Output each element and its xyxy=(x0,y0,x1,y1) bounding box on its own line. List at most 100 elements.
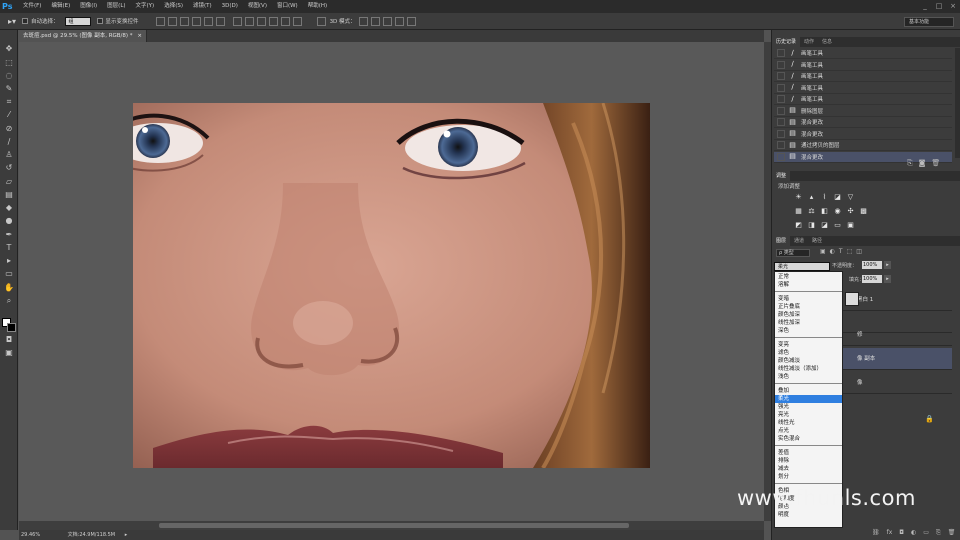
vibrance-icon[interactable]: ▽ xyxy=(846,193,855,202)
history-item[interactable]: ∕ 画笔工具 xyxy=(774,83,952,94)
blend-mode-option[interactable]: 减去 xyxy=(775,465,842,473)
new-group-icon[interactable]: ▭ xyxy=(923,529,929,537)
canvas-area[interactable] xyxy=(19,42,764,530)
screen-mode-icon[interactable]: ▣ xyxy=(3,348,15,358)
new-layer-icon[interactable]: ⎘ xyxy=(936,529,941,537)
blend-mode-option[interactable]: 柔光 xyxy=(775,395,842,403)
crop-tool-icon[interactable]: ⌗ xyxy=(3,97,15,107)
tab-channels[interactable]: 通道 xyxy=(790,236,808,246)
menu-item[interactable]: 编辑(E) xyxy=(46,0,75,13)
marquee-tool-icon[interactable]: ⬚ xyxy=(3,58,15,68)
opacity-input[interactable]: 100% xyxy=(862,261,882,269)
eraser-tool-icon[interactable]: ▱ xyxy=(3,177,15,187)
menu-item[interactable]: 滤镜(T) xyxy=(188,0,217,13)
dodge-tool-icon[interactable]: ● xyxy=(3,216,15,226)
history-scrollbar[interactable] xyxy=(955,48,960,158)
menu-item[interactable]: 图像(I) xyxy=(75,0,102,13)
history-source-checkbox[interactable] xyxy=(777,83,785,92)
blur-tool-icon[interactable]: ◆ xyxy=(3,203,15,213)
tab-info[interactable]: 信息 xyxy=(818,37,836,47)
new-doc-from-state-icon[interactable]: ⎘ xyxy=(907,159,913,168)
horizontal-scrollbar[interactable] xyxy=(19,521,764,530)
align-bottom-icon[interactable] xyxy=(179,16,189,26)
blend-mode-option[interactable]: 颜色加深 xyxy=(775,311,842,319)
filter-pixel-icon[interactable]: ▣ xyxy=(820,248,826,255)
blend-mode-option[interactable]: 滤色 xyxy=(775,349,842,357)
photo-filter-icon[interactable]: ◉ xyxy=(833,207,842,216)
tab-actions[interactable]: 动作 xyxy=(800,37,818,47)
new-adjustment-icon[interactable]: ◐ xyxy=(911,529,916,537)
hue-saturation-icon[interactable]: ▦ xyxy=(794,207,803,216)
history-source-checkbox[interactable] xyxy=(777,106,785,115)
exposure-icon[interactable]: ◪ xyxy=(833,193,842,202)
history-source-checkbox[interactable] xyxy=(777,152,785,161)
brush-tool-icon[interactable]: ∕ xyxy=(3,137,15,147)
history-item[interactable]: ▤ 通过拷贝的图层 xyxy=(774,140,952,151)
workspace-dropdown[interactable]: 基本功能 xyxy=(904,17,954,27)
blend-mode-option[interactable]: 亮光 xyxy=(775,411,842,419)
type-tool-icon[interactable]: T xyxy=(3,243,15,253)
blend-mode-dropdown[interactable]: 柔光 xyxy=(774,262,830,271)
filter-type-icon[interactable]: T xyxy=(839,248,843,255)
align-middle-icon[interactable] xyxy=(167,16,177,26)
auto-select-option[interactable]: 自动选择： xyxy=(22,17,59,25)
history-item[interactable]: ∕ 画笔工具 xyxy=(774,94,952,105)
minimize-button[interactable]: _ xyxy=(918,0,932,12)
show-transform-checkbox[interactable] xyxy=(96,18,103,24)
selective-color-icon[interactable]: ▣ xyxy=(846,221,855,230)
history-item[interactable]: ▤ 删除图层 xyxy=(774,106,952,117)
move-tool-icon[interactable]: ✥ xyxy=(3,44,15,54)
close-button[interactable]: × xyxy=(946,0,960,12)
history-item[interactable]: ∕ 画笔工具 xyxy=(774,71,952,82)
slide-3d-icon[interactable] xyxy=(394,16,404,26)
fill-arrow-icon[interactable]: ▸ xyxy=(884,275,891,283)
blend-mode-option[interactable]: 溶解 xyxy=(775,281,842,289)
tab-adjustments[interactable]: 调整 xyxy=(772,171,791,181)
history-source-checkbox[interactable] xyxy=(777,141,785,149)
blend-mode-option[interactable]: 颜色减淡 xyxy=(775,357,842,365)
blend-mode-option[interactable]: 正常 xyxy=(775,273,842,281)
fill-input[interactable]: 100% xyxy=(862,275,882,283)
distribute-middle-icon[interactable] xyxy=(244,16,254,26)
menu-item[interactable]: 选择(S) xyxy=(159,0,188,13)
tab-layers[interactable]: 图层 xyxy=(772,236,791,246)
scale-3d-icon[interactable] xyxy=(406,16,416,26)
blend-mode-option[interactable]: 排除 xyxy=(775,457,842,465)
invert-icon[interactable]: ◩ xyxy=(794,221,803,230)
layer-filter-dropdown[interactable]: ρ 类型 xyxy=(776,249,810,257)
blend-mode-option[interactable]: 浅色 xyxy=(775,373,842,381)
tab-paths[interactable]: 路径 xyxy=(808,236,826,246)
shape-tool-icon[interactable]: ▭ xyxy=(3,269,15,279)
close-document-icon[interactable]: × xyxy=(137,33,142,39)
move-tool-preset[interactable]: ▸▾ xyxy=(8,17,16,26)
blend-mode-option[interactable]: 线性减淡（添加） xyxy=(775,365,842,373)
history-item[interactable]: ▤ 混合更改 xyxy=(774,117,952,128)
zoom-level[interactable]: 29.46% xyxy=(21,532,40,538)
color-balance-icon[interactable]: ⚖ xyxy=(807,207,816,216)
blend-mode-option[interactable]: 强光 xyxy=(775,403,842,411)
posterize-icon[interactable]: ◨ xyxy=(807,221,816,230)
threshold-icon[interactable]: ◪ xyxy=(820,221,829,230)
distribute-top-icon[interactable] xyxy=(232,16,242,26)
levels-icon[interactable]: ▴ xyxy=(807,193,816,202)
zoom-tool-icon[interactable]: ⌕ xyxy=(3,296,15,306)
vertical-scrollbar[interactable] xyxy=(764,42,771,521)
history-source-checkbox[interactable] xyxy=(777,49,785,57)
gradient-tool-icon[interactable]: ▤ xyxy=(3,190,15,200)
hand-tool-icon[interactable]: ✋ xyxy=(3,283,15,293)
filter-adjustment-icon[interactable]: ◐ xyxy=(830,248,835,255)
distribute-left-icon[interactable] xyxy=(268,16,278,26)
black-white-icon[interactable]: ◧ xyxy=(820,207,829,216)
layer-row[interactable]: 修 xyxy=(843,324,952,346)
pen-tool-icon[interactable]: ✒ xyxy=(3,230,15,240)
delete-state-icon[interactable]: 🗑 xyxy=(931,159,940,168)
delete-layer-icon[interactable]: 🗑 xyxy=(948,529,956,537)
auto-select-checkbox[interactable] xyxy=(22,18,29,24)
auto-select-dropdown[interactable]: 组 xyxy=(64,16,91,26)
tab-history[interactable]: 历史记录 xyxy=(772,37,801,47)
menu-item[interactable]: 图层(L) xyxy=(102,0,130,13)
blend-mode-option[interactable]: 明度 xyxy=(775,511,842,519)
blend-mode-option[interactable]: 变亮 xyxy=(775,341,842,349)
blend-mode-option[interactable]: 线性加深 xyxy=(775,319,842,327)
blend-mode-option[interactable]: 深色 xyxy=(775,327,842,335)
